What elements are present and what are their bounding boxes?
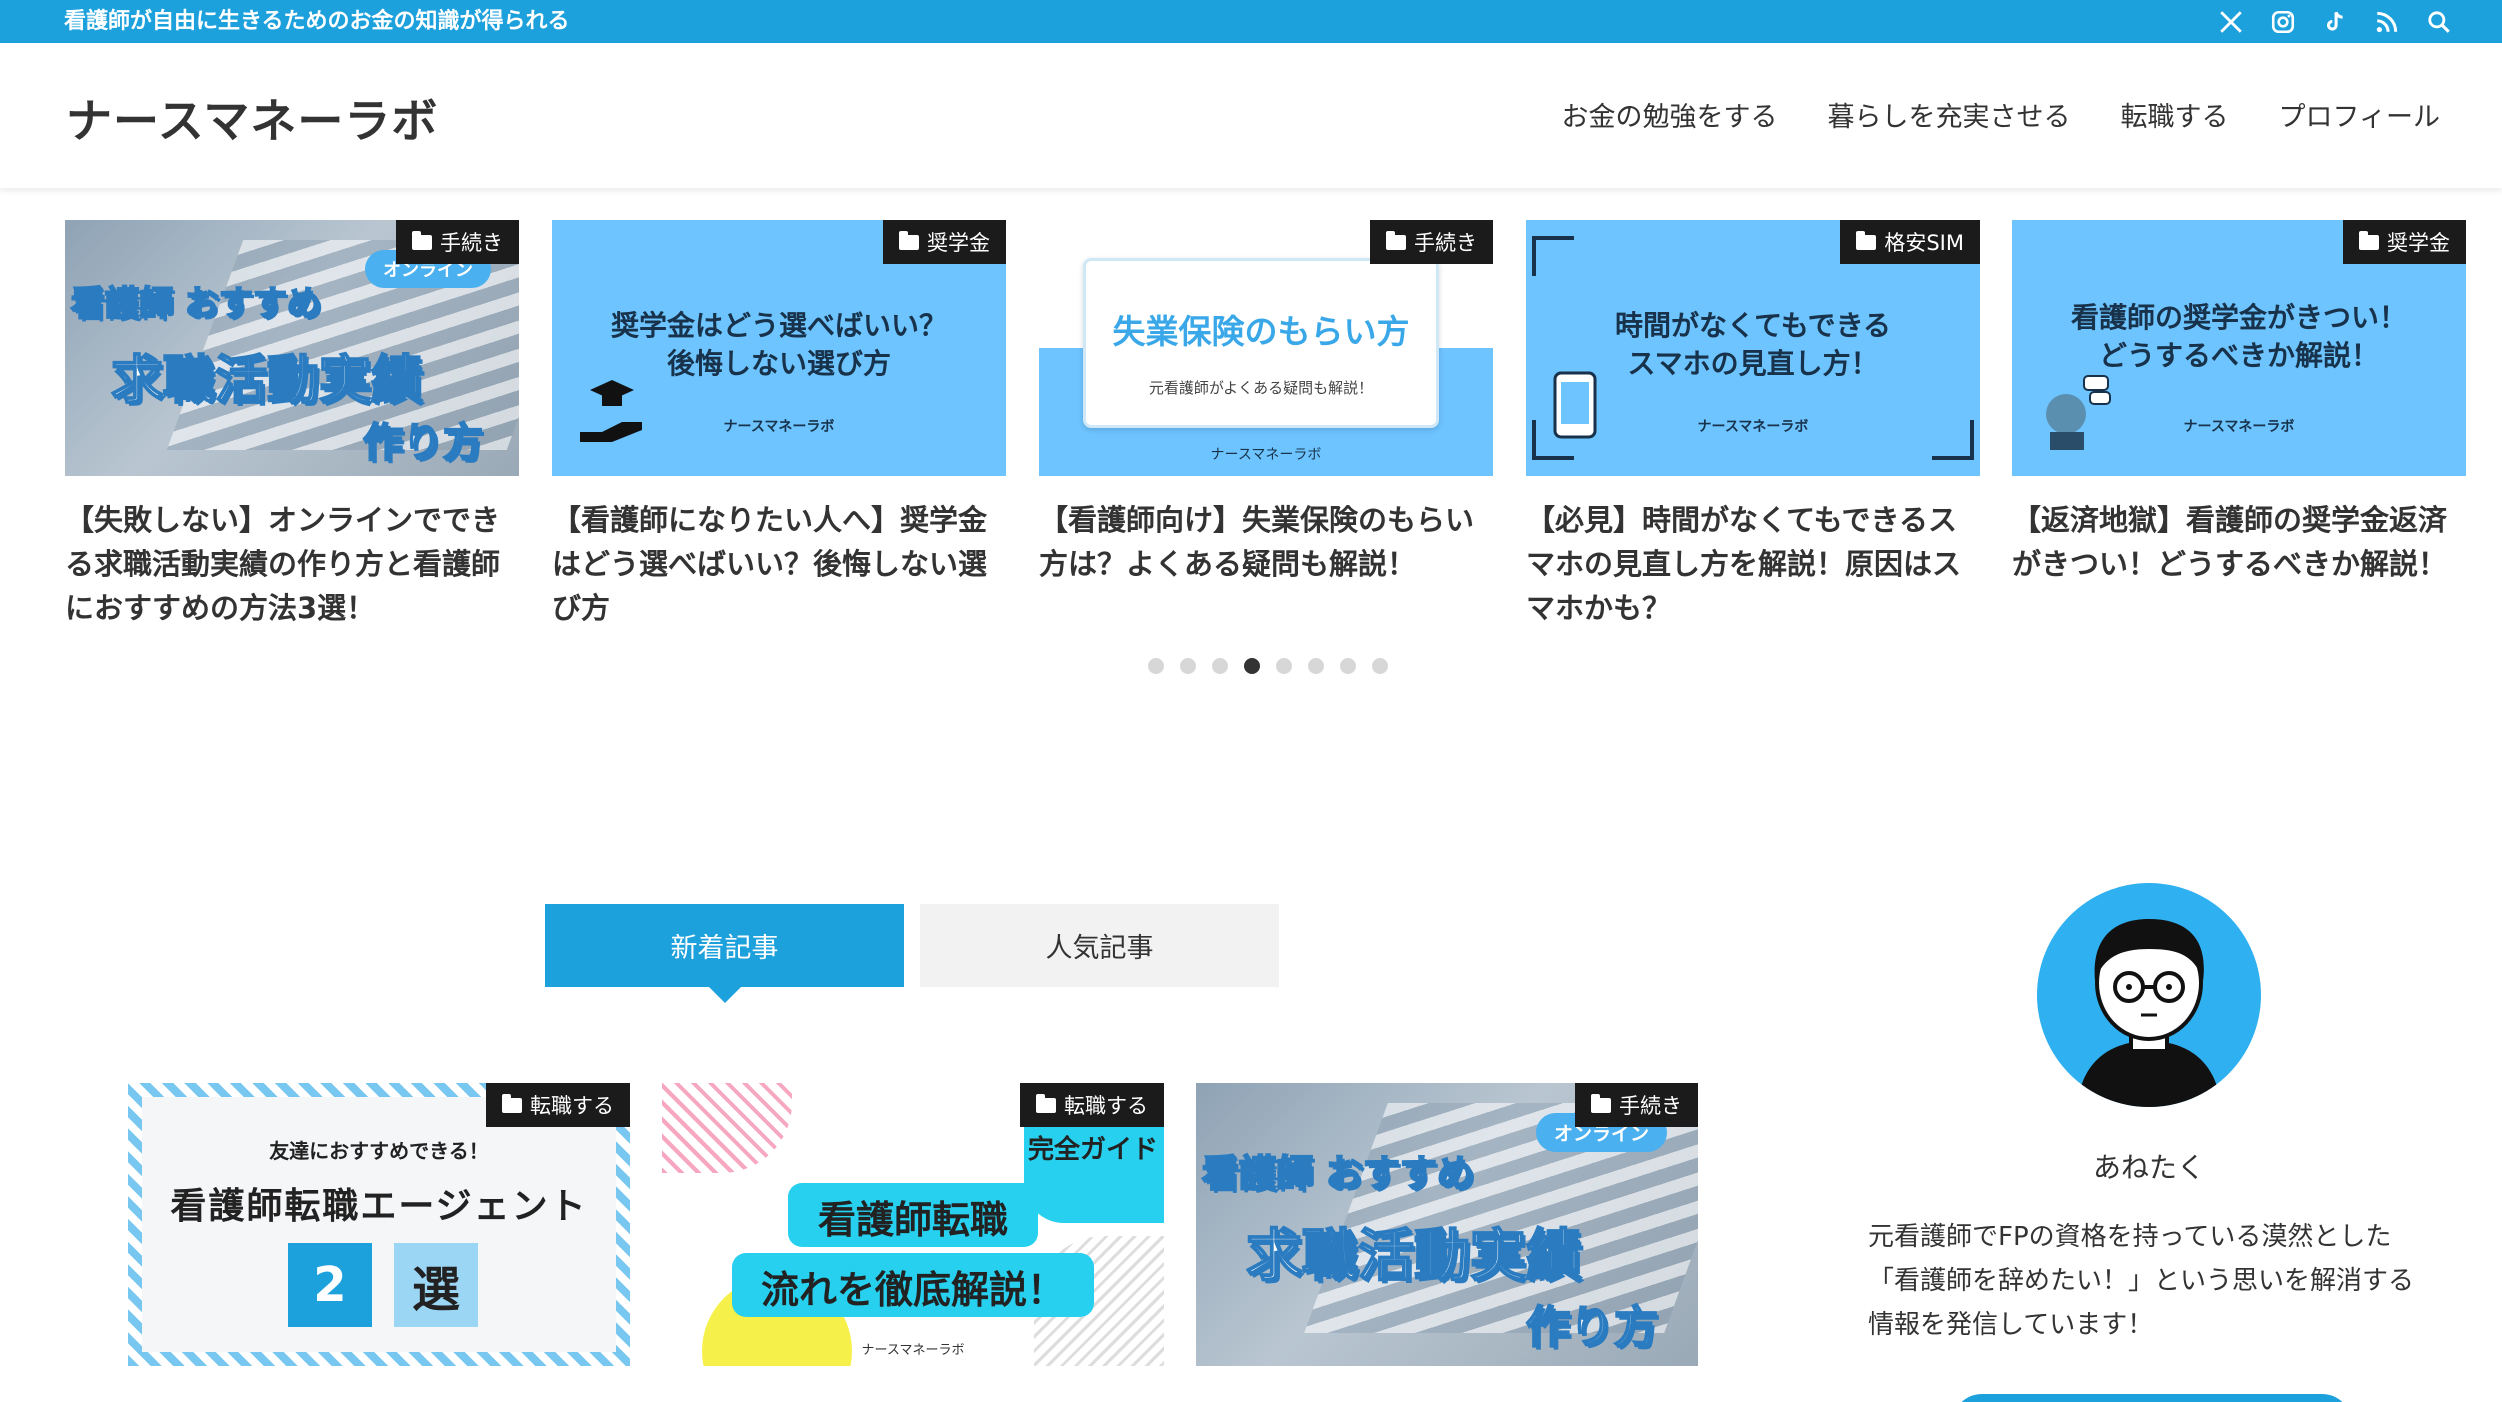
folder-icon: [1386, 230, 1406, 250]
card-title[interactable]: 【必見】時間がなくてもできるスマホの見直し方を解説！原因はスマホかも？: [1526, 498, 1980, 630]
carousel-card[interactable]: 失業保険のもらい方 元看護師がよくある疑問も解説！ ナースマネーラボ 手続き 【…: [1039, 220, 1493, 586]
carousel-dot[interactable]: [1276, 658, 1292, 674]
article-tabs: 新着記事 人気記事: [545, 904, 1279, 1003]
thumbnail-text: 看護師 おすすめ: [1201, 1151, 1475, 1196]
carousel-dot[interactable]: [1180, 658, 1196, 674]
card-thumbnail[interactable]: 奨学金はどう選べばいい？ 後悔しない選び方 ナースマネーラボ 奨学金: [552, 220, 1006, 476]
card-title[interactable]: 【看護師になりたい人へ】奨学金はどう選べばいい？後悔しない選び方: [552, 498, 1006, 630]
thumbnail-text: 流れを徹底解説！: [760, 1268, 1065, 1312]
carousel-dot[interactable]: [1148, 658, 1164, 674]
thumbnail-number: 2: [288, 1243, 372, 1327]
article-card[interactable]: 完全ガイド 看護師転職 流れを徹底解説！ ナースマネーラボ 転職する: [662, 1083, 1164, 1366]
card-title[interactable]: 【看護師向け】失業保険のもらい方は？よくある疑問も解説！: [1039, 498, 1493, 586]
main-nav: お金の勉強をする 暮らしを充実させる 転職する プロフィール: [1562, 95, 2440, 134]
thumbnail-brand: ナースマネーラボ: [1210, 447, 1322, 463]
thumbnail-text: 看護師 おすすめ: [70, 283, 322, 325]
article-card[interactable]: オンライン 看護師 おすすめ 求職活動実績 作り方 手続き: [1196, 1083, 1698, 1366]
nav-item-study-money[interactable]: お金の勉強をする: [1562, 95, 1778, 134]
tab-popular-articles[interactable]: 人気記事: [920, 904, 1279, 987]
category-label[interactable]: 転職する: [486, 1083, 630, 1127]
card-thumbnail[interactable]: オンライン 看護師 おすすめ 求職活動実績 作り方 手続き: [65, 220, 519, 476]
tiktok-icon[interactable]: [2320, 7, 2350, 37]
instagram-icon[interactable]: [2268, 7, 2298, 37]
thumbnail-text: 時間がなくてもできる: [1614, 309, 1892, 342]
carousel-card[interactable]: 時間がなくてもできる スマホの見直し方！ ナースマネーラボ 格安SIM 【必見】…: [1526, 220, 1980, 630]
carousel-dot[interactable]: [1308, 658, 1324, 674]
card-thumbnail[interactable]: 失業保険のもらい方 元看護師がよくある疑問も解説！ ナースマネーラボ 手続き: [1039, 220, 1493, 476]
carousel-card[interactable]: オンライン 看護師 おすすめ 求職活動実績 作り方 手続き 【失敗しない】オンラ…: [65, 220, 519, 630]
folder-icon: [412, 230, 432, 250]
carousel-card[interactable]: 奨学金はどう選べばいい？ 後悔しない選び方 ナースマネーラボ 奨学金 【看護師に…: [552, 220, 1006, 630]
top-bar: 看護師が自由に生きるためのお金の知識が得られる: [0, 0, 2502, 43]
nav-item-change-job[interactable]: 転職する: [2121, 95, 2229, 134]
nav-item-profile[interactable]: プロフィール: [2279, 95, 2440, 134]
author-bio: 元看護師でFPの資格を持っている漠然とした「看護師を辞めたい！」という思いを解消…: [1868, 1222, 2415, 1340]
card-thumbnail[interactable]: 看護師の奨学金がきつい！ どうするべきか解説！ ナースマネーラボ 奨学金: [2012, 220, 2466, 476]
thumbnail-text: どうするべきか解説！: [2098, 339, 2379, 372]
category-label[interactable]: 手続き: [1575, 1083, 1698, 1127]
nav-item-enrich-life[interactable]: 暮らしを充実させる: [1828, 95, 2071, 134]
thumbnail-text: 選: [394, 1243, 478, 1327]
thumbnail-text: 求職活動実績: [1245, 1223, 1583, 1290]
category-label[interactable]: 格安SIM: [1840, 220, 1980, 264]
category-label[interactable]: 手続き: [396, 220, 519, 264]
thumbnail-text: 求職活動実績: [110, 350, 424, 412]
thumbnail-text: 奨学金はどう選べばいい？: [610, 309, 947, 342]
thumbnail-text: 看護師の奨学金がきつい！: [2070, 301, 2407, 334]
worried-person-icon: [2046, 375, 2111, 450]
profile-button[interactable]: [1952, 1394, 2352, 1402]
avatar-illustration: [2077, 919, 2221, 1107]
featured-carousel: オンライン 看護師 おすすめ 求職活動実績 作り方 手続き 【失敗しない】オンラ…: [65, 220, 2466, 640]
category-label[interactable]: 奨学金: [2343, 220, 2466, 264]
social-icons: [2216, 0, 2454, 43]
thumbnail-box: 失業保険のもらい方 元看護師がよくある疑問も解説！: [1083, 258, 1439, 428]
carousel-dot-active[interactable]: [1244, 658, 1260, 674]
smartphone-icon: [1553, 371, 1597, 439]
category-label[interactable]: 手続き: [1370, 220, 1493, 264]
card-thumbnail[interactable]: 時間がなくてもできる スマホの見直し方！ ナースマネーラボ 格安SIM: [1526, 220, 1980, 476]
thumbnail-decoration: [662, 1083, 792, 1173]
thumbnail-text: 作り方: [1525, 1301, 1659, 1354]
x-icon[interactable]: [2216, 7, 2246, 37]
folder-icon: [2359, 230, 2379, 250]
carousel-card[interactable]: 看護師の奨学金がきつい！ どうするべきか解説！ ナースマネーラボ 奨学金 【返済…: [2012, 220, 2466, 586]
card-title[interactable]: 【失敗しない】オンラインでできる求職活動実績の作り方と看護師におすすめの方法3選…: [65, 498, 519, 630]
thumbnail-text: 元看護師がよくある疑問も解説！: [1148, 379, 1374, 397]
site-tagline: 看護師が自由に生きるためのお金の知識が得られる: [64, 9, 570, 34]
folder-icon: [502, 1093, 522, 1113]
category-label[interactable]: 転職する: [1020, 1083, 1164, 1127]
author-name: あねたく: [2092, 1151, 2205, 1184]
folder-icon: [899, 230, 919, 250]
folder-icon: [1856, 230, 1877, 250]
thumbnail-text: 失業保険のもらい方: [1112, 312, 1410, 351]
article-card[interactable]: 友達におすすめできる！ 看護師転職エージェント 2 選 転職する: [128, 1083, 630, 1366]
thumbnail-text: 作り方: [362, 419, 484, 467]
carousel-dot[interactable]: [1340, 658, 1356, 674]
card-title[interactable]: 【返済地獄】看護師の奨学金返済がきつい！どうするべきか解説！: [2012, 498, 2466, 586]
category-label[interactable]: 奨学金: [883, 220, 1006, 264]
carousel-dot[interactable]: [1372, 658, 1388, 674]
site-header: ナースマネーラボ お金の勉強をする 暮らしを充実させる 転職する プロフィール: [0, 43, 2502, 188]
folder-icon: [1591, 1093, 1611, 1113]
rss-icon[interactable]: [2372, 7, 2402, 37]
thumbnail-tag: 完全ガイド: [1027, 1135, 1158, 1165]
avatar: [2037, 883, 2261, 1107]
site-title[interactable]: ナースマネーラボ: [66, 85, 438, 151]
carousel-dot[interactable]: [1212, 658, 1228, 674]
tab-new-articles[interactable]: 新着記事: [545, 904, 904, 1003]
folder-icon: [1036, 1093, 1056, 1113]
thumbnail-box: 友達におすすめできる！ 看護師転職エージェント 2 選: [142, 1097, 616, 1352]
carousel-pagination: [1148, 658, 1388, 674]
thumbnail-text: 看護師転職: [817, 1198, 1008, 1242]
thumbnail-text: 看護師転職エージェント: [170, 1186, 588, 1227]
thumbnail-text: 友達におすすめできる！: [269, 1139, 489, 1163]
search-icon[interactable]: [2424, 7, 2454, 37]
thumbnail-brand: ナースマネーラボ: [861, 1343, 965, 1358]
graduation-hand-icon: [580, 380, 642, 442]
